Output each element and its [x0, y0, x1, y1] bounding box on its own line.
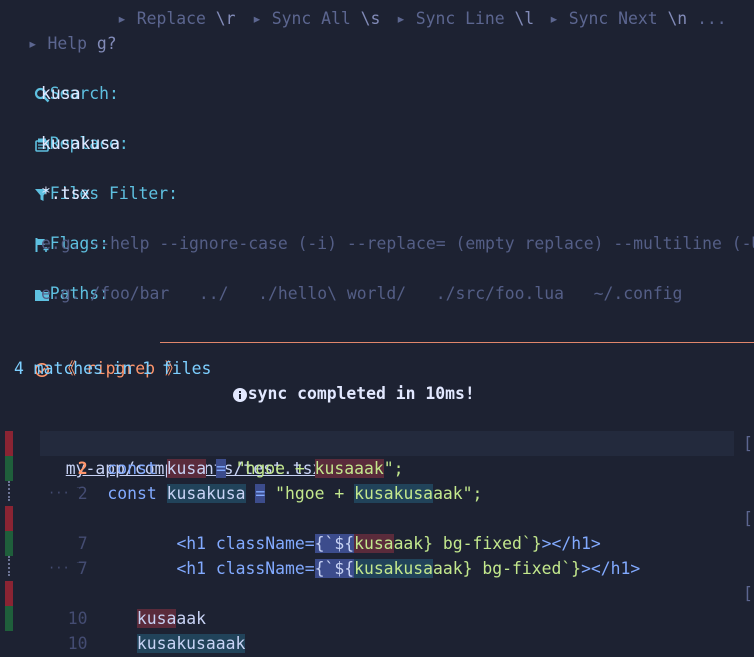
diff-added-marker [5, 456, 13, 481]
fold-marker [8, 556, 10, 576]
fold-separator: ··· ‾ [48, 561, 85, 575]
help-item-replace[interactable]: ▸ Replace \r [117, 6, 235, 31]
sync-status: sync completed in 10ms! [212, 356, 475, 403]
replace-label: Replace: [14, 106, 129, 153]
engine-title: 《 ripgrep 》 [14, 331, 181, 378]
result-line-old[interactable]: 10 kusaaak [48, 581, 206, 628]
diff-removed-marker [5, 581, 13, 606]
fold-marker [8, 481, 10, 501]
help-item-sync-next[interactable]: ▸ Sync Next \n ... [549, 6, 727, 31]
search-label: Search: [14, 56, 119, 103]
diff-added-marker [5, 606, 13, 631]
help-item-help[interactable]: ▸ Help g? [28, 34, 117, 53]
files-filter-label: Files Filter: [14, 156, 178, 203]
right-marker: [ [743, 584, 753, 603]
paths-input[interactable]: e.g. /foo/bar ../ ./hello\ world/ ./src/… [41, 281, 682, 306]
diff-added-marker [5, 531, 13, 556]
result-line-new[interactable]: 7 <h1 className={`${kusakusaaak} bg-fixe… [58, 531, 640, 578]
help-item-sync-all[interactable]: ▸ Sync All \s [252, 6, 380, 31]
diff-removed-marker [5, 431, 13, 456]
right-marker: [ [743, 509, 753, 528]
files-filter-input[interactable]: *.tsx [41, 181, 90, 206]
match-count: 4 matches in 1 files [14, 359, 212, 378]
replace-input[interactable]: kusakusa [41, 131, 120, 156]
help-bar: ▸ Help g? [8, 6, 117, 53]
flags-input[interactable]: e.g. --help --ignore-case (-i) --replace… [41, 231, 754, 256]
paths-label: Paths: [14, 256, 109, 303]
file-header[interactable]: my-app/components/test.tsx [40, 406, 322, 478]
info-icon [232, 384, 248, 403]
search-input[interactable]: kusa [41, 81, 80, 106]
result-line-old[interactable]: 2 const kusa = "hgoe + kusaaak"; [58, 431, 403, 478]
diff-removed-marker [5, 506, 13, 531]
right-marker: [ [743, 434, 753, 453]
flags-label: Flags: [14, 206, 109, 253]
help-more: ... [697, 9, 727, 28]
result-line-new[interactable]: 10 kusakusaaak [48, 606, 246, 653]
result-line-new[interactable]: 2 const kusakusa = "hgoe + kusakusaaak"; [58, 456, 482, 503]
engine-separator [160, 342, 754, 343]
fold-separator: ··· ‾ [48, 486, 85, 500]
result-line-old[interactable]: 7 <h1 className={`${kusaaak} bg-fixed`}>… [58, 506, 601, 553]
help-item-sync-line[interactable]: ▸ Sync Line \l [396, 6, 534, 31]
